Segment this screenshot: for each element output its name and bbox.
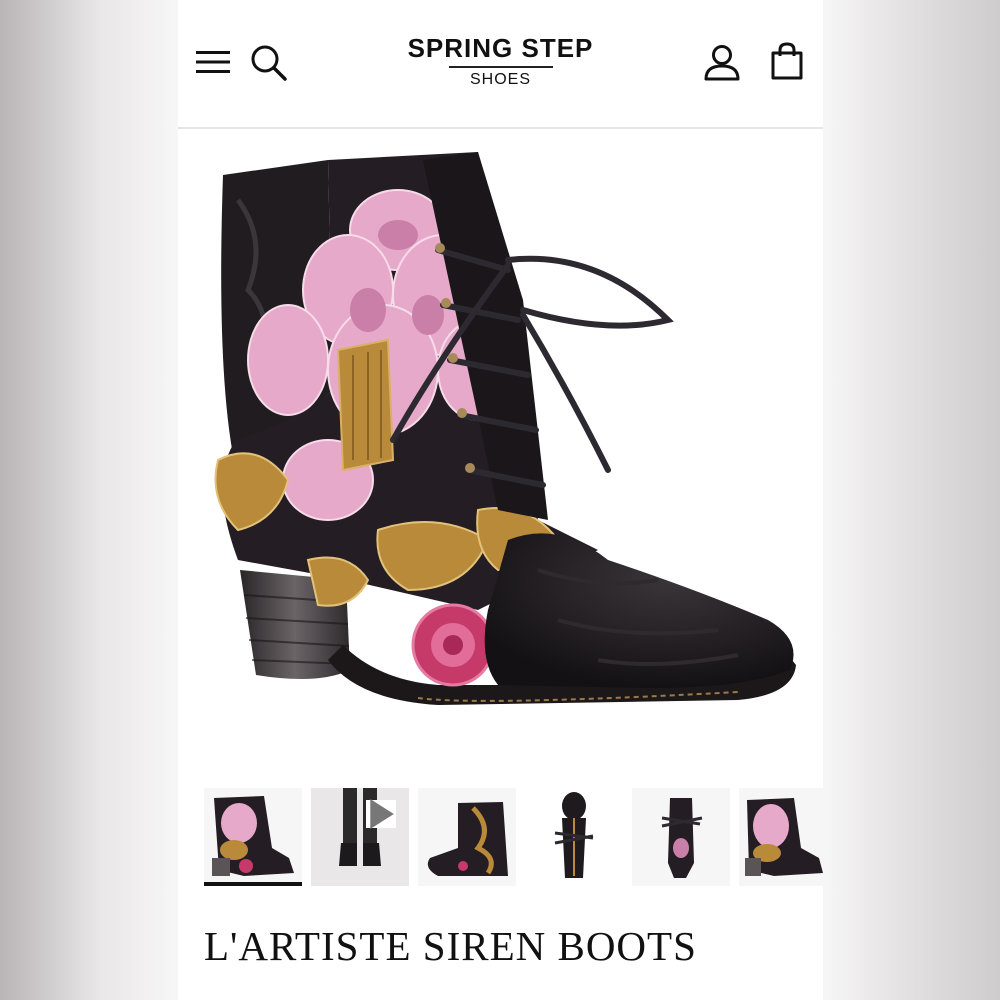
- thumbnail-outer-side[interactable]: [418, 788, 516, 886]
- brand-name: SPRING STEP: [407, 33, 594, 63]
- phone-screen: SPRING STEP SHOES L'ARTISTE SIREN BOOTS: [178, 0, 823, 1000]
- thumbnail-side-view[interactable]: [204, 788, 302, 886]
- bag-icon[interactable]: [770, 42, 804, 80]
- boot-thumbnail-image: [525, 788, 623, 886]
- play-icon: [370, 799, 394, 829]
- thumbnail-gallery: [178, 788, 823, 888]
- product-hero-image[interactable]: [178, 140, 823, 770]
- thumbnail-side-detail[interactable]: [739, 788, 823, 886]
- logo-divider: [448, 66, 553, 68]
- boot-thumbnail-image: [739, 788, 823, 886]
- account-icon[interactable]: [704, 44, 740, 82]
- play-button[interactable]: [366, 799, 396, 829]
- boot-illustration: [214, 152, 796, 705]
- boot-thumbnail-image: [632, 788, 730, 886]
- brand-subtitle: SHOES: [469, 71, 531, 88]
- menu-icon[interactable]: [196, 48, 230, 76]
- boot-thumbnail-image: [204, 788, 302, 886]
- brand-logo[interactable]: SPRING STEP SHOES: [378, 34, 623, 89]
- thumbnail-top-down[interactable]: [525, 788, 623, 886]
- thumbnail-back-view[interactable]: [632, 788, 730, 886]
- thumbnail-video[interactable]: [311, 788, 409, 886]
- product-title: L'ARTISTE SIREN BOOTS: [204, 923, 697, 969]
- site-header: SPRING STEP SHOES: [178, 0, 823, 129]
- search-icon[interactable]: [250, 44, 288, 82]
- boot-thumbnail-image: [418, 788, 516, 886]
